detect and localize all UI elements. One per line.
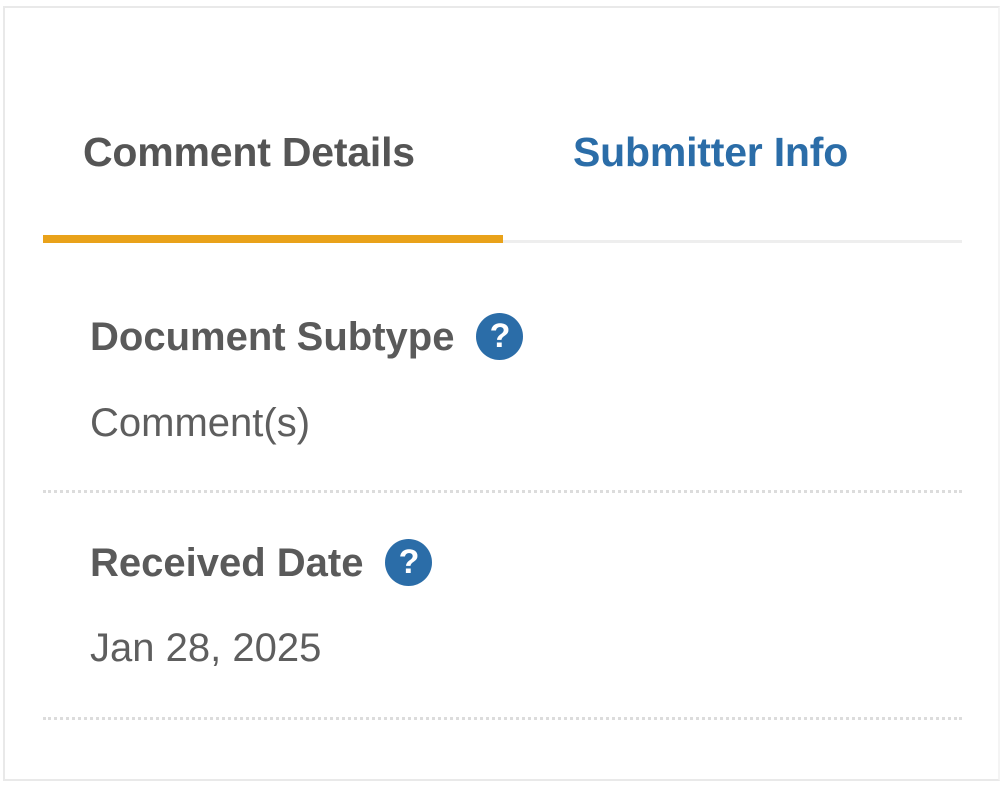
tab-comment-details[interactable]: Comment Details [83, 128, 415, 176]
tab-submitter-info[interactable]: Submitter Info [573, 128, 848, 176]
question-circle-icon[interactable]: ? [385, 539, 433, 586]
received-date-label: Received Date ? [90, 539, 433, 586]
document-subtype-value: Comment(s) [90, 401, 311, 445]
received-date-value: Jan 28, 2025 [90, 626, 322, 670]
field-divider [43, 490, 962, 493]
tab-bar: Comment Details Submitter Info [43, 128, 962, 186]
received-date-label-text: Received Date [90, 540, 364, 585]
document-subtype-label-text: Document Subtype [90, 314, 455, 359]
document-subtype-label: Document Subtype ? [90, 313, 524, 360]
active-tab-indicator [43, 235, 503, 243]
field-divider [43, 717, 962, 720]
question-circle-icon[interactable]: ? [476, 313, 524, 360]
